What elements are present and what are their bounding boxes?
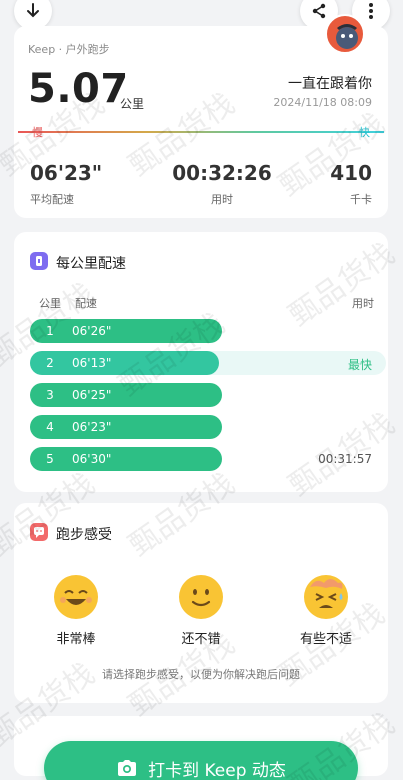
distance-unit: 公里: [120, 97, 145, 111]
checkin-label: 打卡到 Keep 动态: [148, 760, 286, 780]
split-pace-bar: 3 06'25": [30, 383, 222, 407]
split-pace-bar: 1 06'26": [30, 319, 222, 343]
split-total-time: 00:31:57: [318, 452, 372, 466]
split-pace: 06'26": [72, 324, 112, 338]
run-feeling-card: 跑步感受 非常棒 还不错 有些不适 请选择跑步感受，以便为你解决跑后问题: [14, 503, 388, 703]
split-pace-bar: 4 06'23": [30, 415, 222, 439]
sport-label: Keep · 户外跑步: [28, 43, 110, 56]
split-row: 2 06'13" 最快: [30, 351, 386, 375]
split-row: 1 06'26": [30, 319, 386, 343]
section-title: 每公里配速: [56, 256, 126, 272]
sweating-distressed-face-icon[interactable]: [304, 575, 348, 619]
avatar[interactable]: [325, 14, 365, 54]
column-time: 用时: [352, 297, 374, 310]
column-km: 公里: [39, 297, 61, 310]
column-pace: 配速: [75, 297, 97, 310]
motto-text: 一直在跟着你: [288, 76, 372, 92]
split-km: 5: [46, 452, 54, 466]
more-vertical-icon: [369, 3, 373, 19]
smiling-face-icon[interactable]: [179, 575, 223, 619]
camera-icon: [118, 760, 137, 776]
laughing-face-icon[interactable]: [54, 575, 98, 619]
stat-duration: 00:32:26 用时: [162, 161, 282, 207]
run-summary-card: Keep · 户外跑步 5.07 公里 一直在跟着你 2024/11/18 08…: [14, 26, 388, 218]
stat-value: 410: [330, 161, 372, 185]
stat-value: 06'23": [30, 161, 103, 185]
split-row: 5 06'30" 00:31:57: [30, 447, 386, 471]
stat-value: 00:32:26: [172, 161, 272, 185]
stat-avg-pace: 06'23" 平均配速: [30, 161, 102, 207]
speed-gradient-bar: [18, 131, 384, 133]
stat-label: 千卡: [350, 193, 372, 206]
split-km: 4: [46, 420, 54, 434]
split-row: 4 06'23": [30, 415, 386, 439]
split-pace: 06'23": [72, 420, 112, 434]
checkin-button[interactable]: 打卡到 Keep 动态: [44, 741, 358, 780]
split-km: 3: [46, 388, 54, 402]
feeling-hint: 请选择跑步感受，以便为你解决跑后问题: [102, 668, 300, 681]
split-pace: 06'30": [72, 452, 112, 466]
fastest-tag: 最快: [347, 358, 372, 372]
stat-label: 用时: [211, 193, 233, 206]
split-km: 2: [46, 356, 54, 370]
feeling-label-good[interactable]: 还不错: [156, 628, 246, 647]
feeling-label-great[interactable]: 非常棒: [31, 628, 121, 647]
splits-card: 每公里配速 公里 配速 用时 1 06'26" 2 06'13" 最快 3 06'25" 4 0…: [14, 232, 388, 492]
split-row: 3 06'25": [30, 383, 386, 407]
split-km: 1: [46, 324, 54, 338]
download-arrow-icon: [27, 3, 39, 18]
slow-label: 慢: [32, 126, 43, 139]
section-title: 跑步感受: [56, 527, 112, 543]
pace-card-icon: [30, 252, 48, 270]
fast-label: 快: [359, 126, 370, 139]
run-datetime: 2024/11/18 08:09: [273, 96, 372, 109]
split-pace: 06'25": [72, 388, 112, 402]
split-pace-bar: 2 06'13": [30, 351, 219, 375]
feeling-card-icon: [30, 523, 48, 541]
split-pace: 06'13": [72, 356, 112, 370]
stat-label: 平均配速: [30, 193, 74, 206]
split-pace-bar: 5 06'30": [30, 447, 222, 471]
distance-value: 5.07: [28, 66, 129, 112]
share-icon: [312, 3, 326, 19]
feeling-label-uncomfortable[interactable]: 有些不适: [281, 628, 371, 647]
stat-calories: 410 千卡: [330, 161, 372, 207]
